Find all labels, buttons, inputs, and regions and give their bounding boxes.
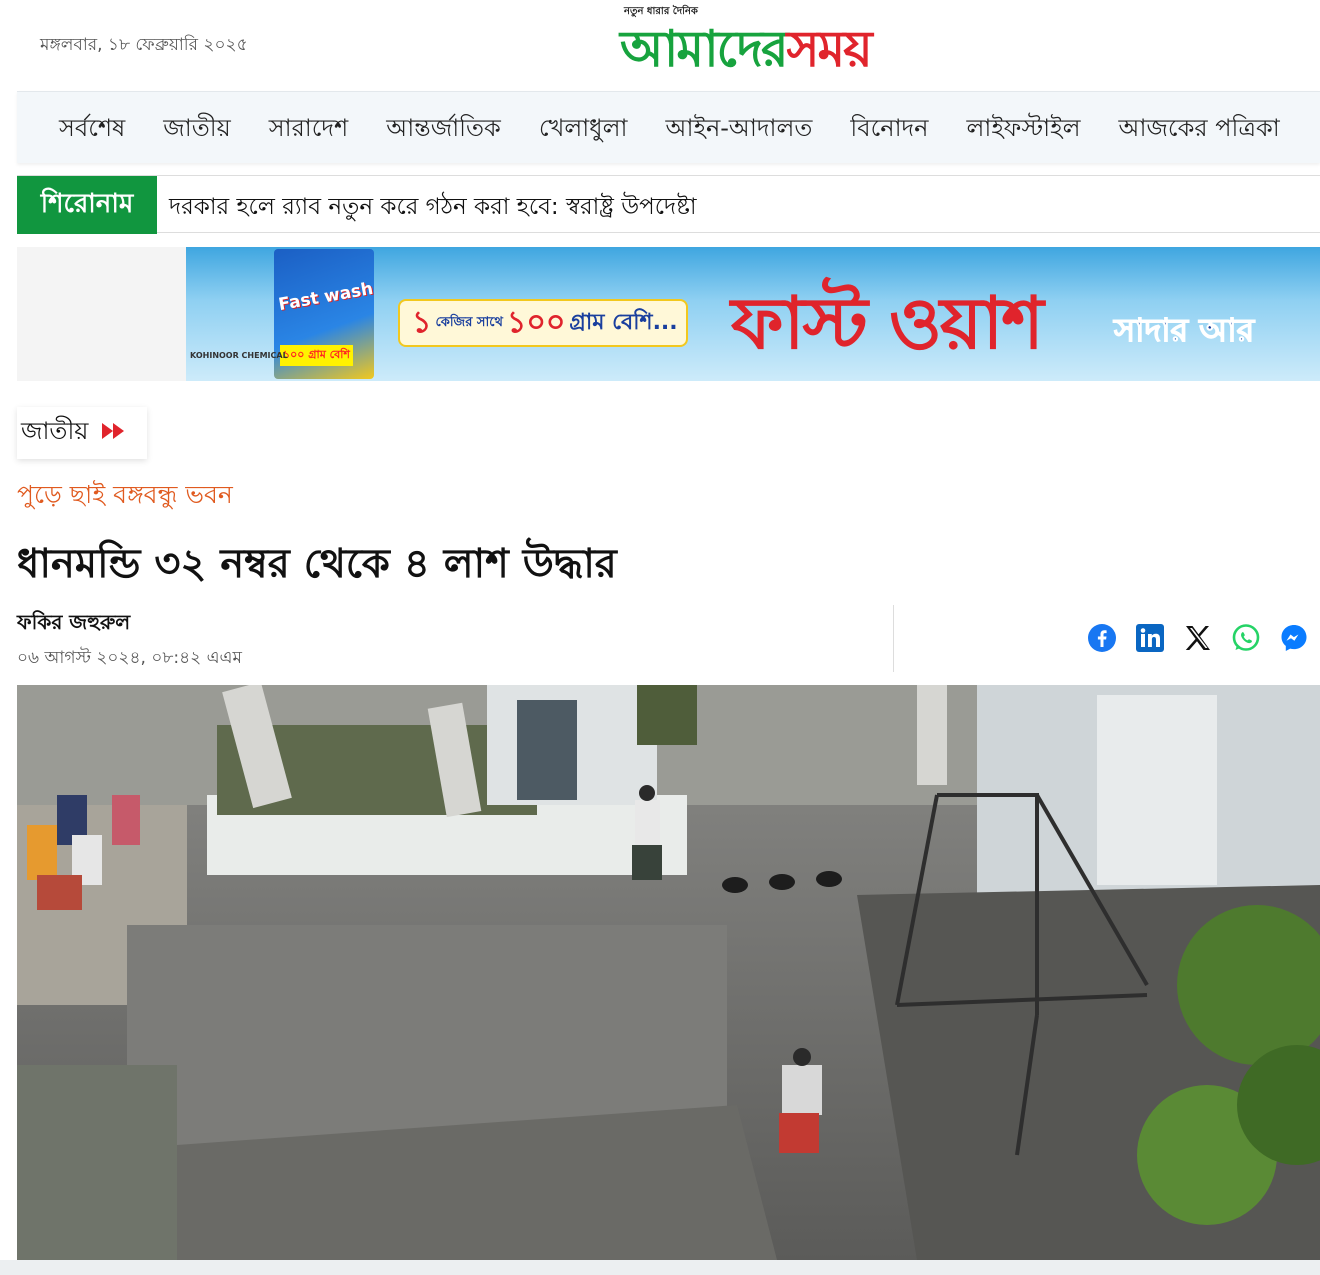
x-icon[interactable]: [1182, 622, 1214, 654]
nav-item[interactable]: সর্বশেষ: [59, 110, 125, 150]
logo-part-1: আমাদের: [620, 20, 788, 78]
category-link[interactable]: জাতীয়: [17, 407, 147, 459]
ad-pack-badge: ১০০ গ্রাম বেশি: [280, 345, 353, 366]
nav-item[interactable]: জাতীয়: [163, 110, 230, 150]
nav-item[interactable]: বিনোদন: [850, 110, 928, 150]
share-bar: [1086, 622, 1310, 654]
nav-item[interactable]: আইন-আদালত: [665, 110, 812, 150]
ad-offer-one: ১: [412, 304, 432, 340]
logo-wordmark: আমাদেরসময়: [620, 14, 873, 84]
bottom-bar: [0, 1260, 1320, 1275]
ad-subtitle: সাদার আর: [1113, 311, 1255, 350]
divider: [893, 605, 894, 672]
ad-offer-small: কেজির সাথে: [435, 315, 503, 330]
article-author[interactable]: ফকির জহুরুল: [17, 608, 130, 641]
main-nav: সর্বশেষ জাতীয় সারাদেশ আন্তর্জাতিক খেলাধুলা আ…: [17, 91, 1320, 163]
nav-item[interactable]: আজকের পত্রিকা: [1118, 110, 1279, 150]
linkedin-icon[interactable]: [1134, 622, 1166, 654]
article-photo: [17, 685, 1320, 1260]
nav-item[interactable]: সারাদেশ: [269, 110, 348, 150]
site-logo[interactable]: নতুন ধারার দৈনিক আমাদেরসময়: [620, 4, 1060, 88]
ad-title: ফাস্ট ওয়াশ: [731, 281, 1044, 365]
ad-offer-number: ১০০: [506, 304, 566, 340]
nav-item[interactable]: আন্তর্জাতিক: [386, 110, 501, 150]
nav-list: সর্বশেষ জাতীয় সারাদেশ আন্তর্জাতিক খেলাধুলা আ…: [59, 110, 1318, 150]
ticker-label: শিরোনাম: [17, 176, 157, 234]
whatsapp-icon[interactable]: [1230, 622, 1262, 654]
ad-brand: KOHINOOR CHEMICAL: [190, 351, 288, 360]
ad-offer-rest: গ্রাম বেশি...: [569, 309, 678, 335]
nav-item[interactable]: লাইফস্টাইল: [966, 110, 1080, 150]
facebook-icon[interactable]: [1086, 622, 1118, 654]
nav-item[interactable]: খেলাধুলা: [539, 110, 628, 150]
messenger-icon[interactable]: [1278, 622, 1310, 654]
headline-ticker: শিরোনাম দরকার হলে র‌্যাব নতুন করে গঠন কর…: [17, 175, 1320, 234]
ad-offer: ১ কেজির সাথে ১০০ গ্রাম বেশি...: [398, 299, 688, 347]
ticker-headline[interactable]: দরকার হলে র‌্যাব নতুন করে গঠন করা হবে: স…: [169, 188, 697, 227]
fast-forward-icon: [100, 421, 128, 446]
logo-part-2: সময়: [786, 20, 872, 78]
article-kicker: পুড়ে ছাই বঙ্গবন্ধু ভবন: [17, 480, 233, 509]
article-published-time: ০৬ আগস্ট ২০২৪, ০৮:৪২ এএম: [17, 648, 242, 668]
ad-product-pack: Fast wash ১০০ গ্রাম বেশি: [274, 249, 375, 379]
ad-pack-label: Fast wash: [276, 278, 375, 316]
banner-ad[interactable]: Fast wash ১০০ গ্রাম বেশি KOHINOOR CHEMIC…: [186, 247, 1320, 381]
top-bar: মঙ্গলবার, ১৮ ফেব্রুয়ারি ২০২৫ নতুন ধারার…: [0, 0, 1320, 90]
current-date: মঙ্গলবার, ১৮ ফেব্রুয়ারি ২০২৫: [40, 35, 248, 55]
article-headline: ধানমন্ডি ৩২ নম্বর থেকে ৪ লাশ উদ্ধার: [17, 541, 617, 587]
category-label: জাতীয়: [21, 417, 89, 445]
